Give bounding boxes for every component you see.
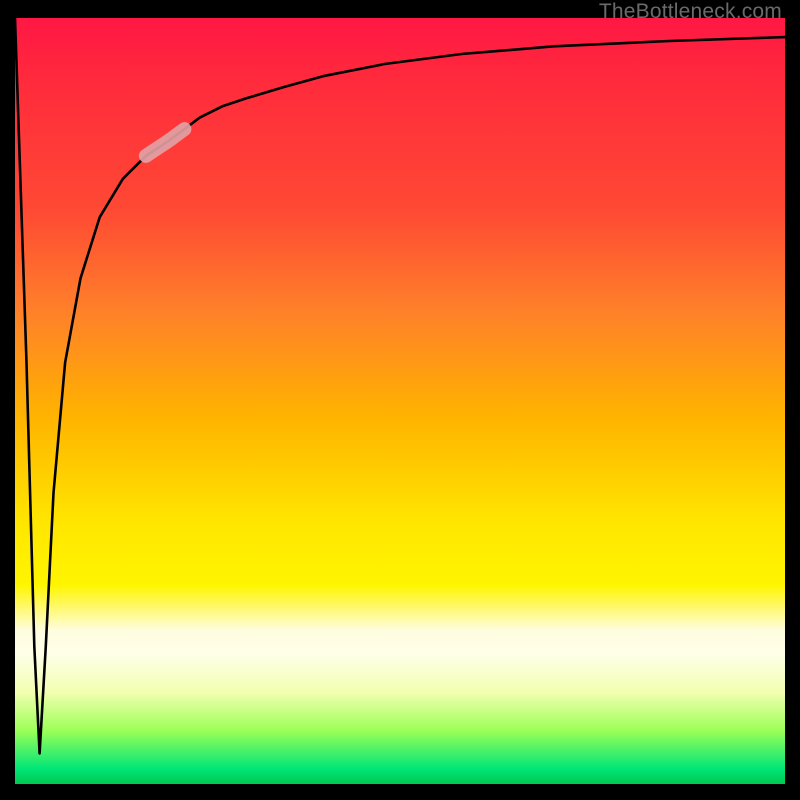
plot-area: [15, 18, 785, 784]
data-curve: [15, 18, 785, 753]
curve-svg: [15, 18, 785, 784]
highlight-segment: [146, 129, 185, 156]
chart-frame: TheBottleneck.com: [0, 0, 800, 800]
